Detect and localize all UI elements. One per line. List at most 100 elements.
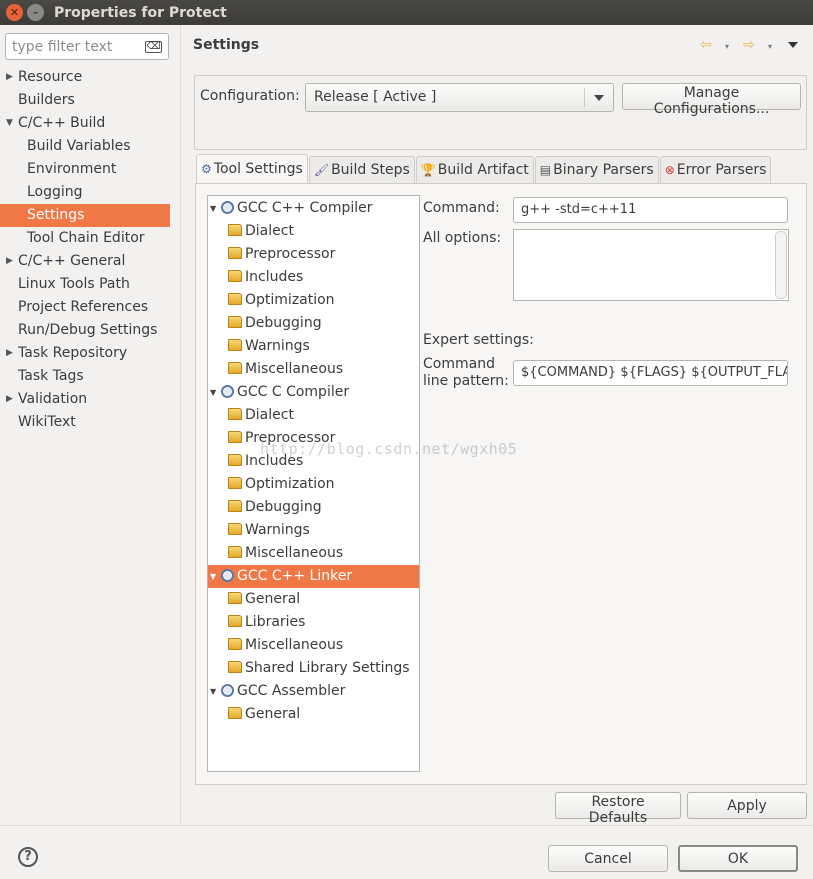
tree-node-label: GCC C++ Compiler (237, 200, 373, 216)
nav-item-label: Resource (18, 69, 83, 85)
configuration-label: Configuration: (200, 88, 300, 104)
brush-icon: 🖌 (313, 163, 330, 177)
nav-item-build-variables[interactable]: Build Variables (0, 135, 180, 158)
expanded-triangle-icon[interactable]: ▼ (6, 112, 13, 135)
window-close-button[interactable]: ✕ (6, 4, 23, 21)
nav-item-settings[interactable]: Settings (0, 204, 170, 227)
tree-option-node[interactable]: Preprocessor (228, 243, 335, 266)
tree-tool-node[interactable]: ▼ GCC Assembler (208, 680, 345, 703)
tool-tree[interactable]: ▼ GCC C++ Compiler Dialect Preprocessor Incl… (207, 195, 420, 772)
collapsed-triangle-icon[interactable]: ▶ (6, 388, 13, 411)
nav-item-c-c-general[interactable]: ▶ C/C++ General (0, 250, 180, 273)
tree-tool-node[interactable]: ▼ GCC C++ Compiler (208, 197, 373, 220)
all-options-textarea[interactable] (513, 229, 789, 301)
tree-option-node[interactable]: Warnings (228, 519, 310, 542)
collapsed-triangle-icon[interactable]: ▶ (6, 250, 13, 273)
expanded-triangle-icon[interactable]: ▼ (210, 197, 220, 220)
configuration-select[interactable]: Release [ Active ] (305, 83, 614, 112)
tab-build-artifact[interactable]: 🏆 Build Artifact (415, 156, 534, 183)
nav-item-label: Validation (18, 391, 88, 407)
nav-item-wikitext[interactable]: WikiText (0, 411, 180, 434)
tree-node-label: GCC Assembler (237, 683, 346, 699)
tab-error-parsers[interactable]: ⊗ Error Parsers (659, 156, 772, 183)
tree-node-label: Debugging (245, 315, 322, 331)
cancel-button[interactable]: Cancel (548, 845, 668, 872)
nav-item-label: Build Variables (27, 138, 131, 154)
nav-item-label: WikiText (18, 414, 76, 430)
nav-item-run-debug-settings[interactable]: Run/Debug Settings (0, 319, 180, 342)
expanded-triangle-icon[interactable]: ▼ (210, 381, 220, 404)
tree-option-node[interactable]: General (228, 588, 300, 611)
collapsed-triangle-icon[interactable]: ▶ (6, 66, 13, 89)
nav-item-task-repository[interactable]: ▶ Task Repository (0, 342, 180, 365)
folder-icon (228, 638, 242, 650)
sash-divider[interactable] (180, 25, 181, 825)
restore-defaults-button[interactable]: Restore Defaults (555, 792, 681, 826)
window-minimize-button[interactable]: – (27, 4, 44, 21)
back-history-dropdown[interactable]: ▾ (725, 42, 729, 51)
nav-item-tool-chain-editor[interactable]: Tool Chain Editor (0, 227, 180, 250)
view-menu-icon[interactable] (788, 42, 798, 48)
tree-option-node[interactable]: Debugging (228, 312, 322, 335)
nav-item-resource[interactable]: ▶ Resource (0, 66, 180, 89)
nav-item-label: Project References (18, 299, 149, 315)
apply-button[interactable]: Apply (687, 792, 807, 819)
tree-option-node[interactable]: General (228, 703, 300, 726)
ok-button[interactable]: OK (678, 845, 798, 872)
tree-option-node[interactable]: Warnings (228, 335, 310, 358)
folder-icon (228, 270, 242, 282)
nav-item-c-c-build[interactable]: ▼ C/C++ Build (0, 112, 180, 135)
settings-tabs: ⚙ Tool Settings 🖌 Build Steps 🏆 Build Ar… (196, 154, 772, 184)
clear-filter-icon[interactable]: ⌫ (145, 40, 162, 53)
expanded-triangle-icon[interactable]: ▼ (210, 680, 220, 703)
tree-option-node[interactable]: Libraries (228, 611, 305, 634)
tree-node-label: Optimization (245, 476, 335, 492)
tree-option-node[interactable]: Optimization (228, 289, 335, 312)
filter-input[interactable] (12, 38, 132, 55)
tab-tool-settings[interactable]: ⚙ Tool Settings (196, 154, 308, 183)
all-options-scrollbar[interactable] (775, 231, 787, 299)
tool-gear-icon (221, 201, 234, 214)
tab-binary-parsers[interactable]: ▤ Binary Parsers (534, 156, 659, 183)
expanded-triangle-icon[interactable]: ▼ (210, 565, 220, 588)
forward-history-dropdown[interactable]: ▾ (768, 42, 772, 51)
nav-item-task-tags[interactable]: Task Tags (0, 365, 180, 388)
nav-item-builders[interactable]: Builders (0, 89, 180, 112)
nav-item-environment[interactable]: Environment (0, 158, 180, 181)
tree-option-node[interactable]: Optimization (228, 473, 335, 496)
tree-option-node[interactable]: Miscellaneous (228, 358, 343, 381)
tree-option-node[interactable]: Miscellaneous (228, 542, 343, 565)
command-input[interactable]: g++ -std=c++11 (513, 197, 788, 223)
tree-tool-node[interactable]: ▼ GCC C Compiler (208, 381, 349, 404)
folder-icon (228, 339, 242, 351)
nav-item-linux-tools-path[interactable]: Linux Tools Path (0, 273, 180, 296)
command-label: Command: (423, 200, 500, 216)
tree-option-node[interactable]: Shared Library Settings (228, 657, 410, 680)
tab-build-steps[interactable]: 🖌 Build Steps (308, 156, 415, 183)
help-icon[interactable]: ? (18, 847, 38, 867)
all-options-label: All options: (423, 230, 502, 246)
tree-tool-node[interactable]: ▼ GCC C++ Linker (208, 565, 419, 588)
nav-item-label: Run/Debug Settings (18, 322, 158, 338)
nav-item-label: C/C++ Build (18, 115, 106, 131)
tree-node-label: Preprocessor (245, 246, 336, 262)
manage-configurations-button[interactable]: Manage Configurations... (622, 83, 801, 117)
tree-node-label: Dialect (245, 407, 294, 423)
tree-option-node[interactable]: Debugging (228, 496, 322, 519)
nav-item-logging[interactable]: Logging (0, 181, 180, 204)
tree-node-label: GCC C Compiler (237, 384, 350, 400)
nav-item-label: Linux Tools Path (18, 276, 130, 292)
nav-item-label: Tool Chain Editor (27, 230, 145, 246)
tree-option-node[interactable]: Dialect (228, 220, 294, 243)
tree-option-node[interactable]: Dialect (228, 404, 294, 427)
tree-option-node[interactable]: Miscellaneous (228, 634, 343, 657)
nav-item-validation[interactable]: ▶ Validation (0, 388, 180, 411)
tree-option-node[interactable]: Includes (228, 266, 303, 289)
filter-box[interactable]: ⌫ (5, 33, 169, 60)
gear-icon: ⚙ (201, 162, 212, 176)
nav-item-project-references[interactable]: Project References (0, 296, 180, 319)
back-arrow-icon[interactable]: ⇦ (700, 37, 712, 53)
forward-arrow-icon[interactable]: ⇨ (743, 37, 755, 53)
collapsed-triangle-icon[interactable]: ▶ (6, 342, 13, 365)
command-line-pattern-input[interactable]: ${COMMAND} ${FLAGS} ${OUTPUT_FLA (513, 360, 788, 386)
